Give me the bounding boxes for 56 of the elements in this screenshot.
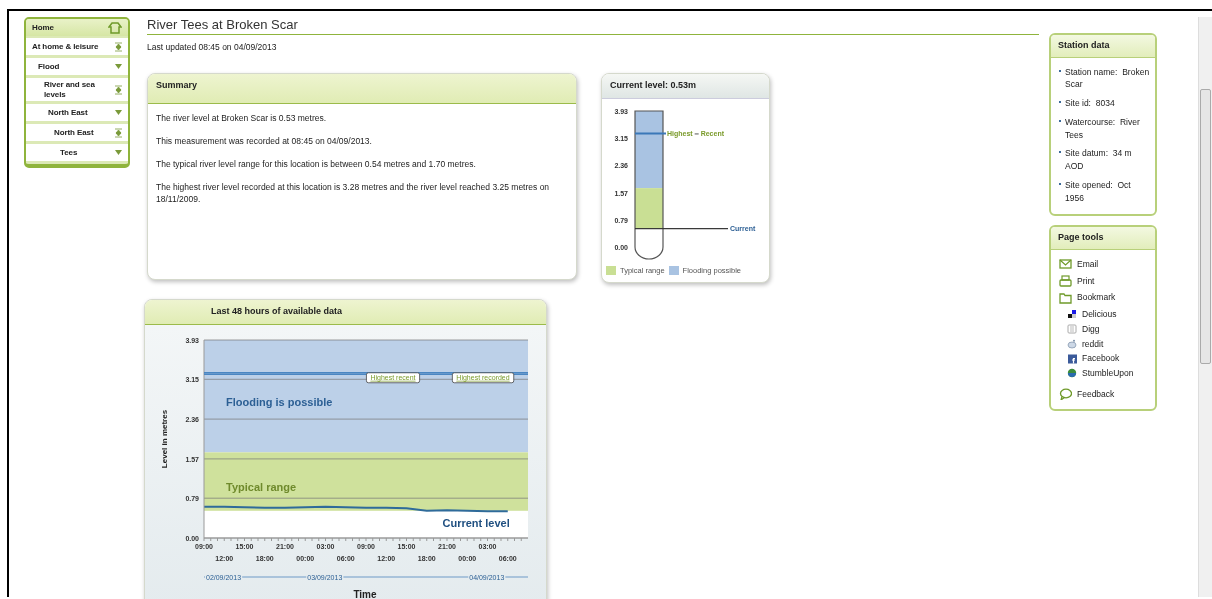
tool-link[interactable]: Facebook [1059, 352, 1151, 365]
station-detail: Watercourse: River Tees [1065, 115, 1141, 142]
panel-title: Page tools [1051, 227, 1155, 250]
last-updated: Last updated 08:45 on 04/09/2013 [147, 40, 278, 54]
band-label: Typical range [226, 481, 297, 494]
station-detail: Site id: 8034 [1065, 97, 1115, 110]
series-label: Current level [442, 516, 510, 529]
station-detail: Site opened: Oct 1956 [1065, 178, 1132, 205]
highest-line [634, 132, 667, 135]
tool-link[interactable]: Digg [1059, 322, 1151, 336]
squares-icon [1067, 309, 1077, 320]
card-title: Current level: 0.53m [602, 74, 769, 99]
speech-bubble-icon [1059, 388, 1072, 401]
nav-item[interactable]: River and sea levels [26, 78, 128, 102]
logo-icon [1067, 324, 1077, 335]
station-detail: Station name: Broken Scar [1065, 65, 1151, 91]
nav-item[interactable]: Home [26, 19, 128, 36]
home-icon [108, 21, 122, 34]
tool-link[interactable]: Feedback [1059, 387, 1151, 401]
summary-text: This measurement was recorded at 08:45 on 04/09/2013. [156, 135, 373, 148]
tool-link[interactable]: Email [1059, 257, 1151, 271]
nav-item[interactable]: At home & leisure [26, 38, 128, 55]
expand-icon [115, 84, 122, 95]
tool-link[interactable]: Print [1059, 274, 1151, 288]
page-title: River Tees at Broken Scar [147, 17, 1039, 35]
robot-icon [1067, 338, 1077, 349]
square-logo-icon [1067, 353, 1077, 364]
caret-icon [115, 64, 122, 69]
nav-item[interactable]: North East [26, 124, 128, 142]
scrollbar[interactable] [1198, 17, 1212, 597]
station-detail: Site datum: 34 m AOD [1065, 147, 1133, 173]
summary-text: The river level at Broken Scar is 0.53 metres. [156, 112, 328, 126]
caret-icon [115, 150, 122, 156]
tool-link[interactable]: Bookmark [1059, 291, 1151, 304]
card-title: Summary [148, 74, 576, 105]
tool-link[interactable]: StumbleUpon [1059, 367, 1151, 380]
tool-link[interactable]: reddit [1059, 337, 1151, 351]
axis-title: Level in metres [160, 409, 169, 468]
nav-item[interactable]: Flood [26, 58, 128, 75]
summary-text: The highest river level recorded at this location is 3.28 metres and the river level reached 3.25 metres on 18/11/2009. [156, 180, 551, 207]
band-label: Flooding is possible [226, 395, 333, 408]
nav-item[interactable]: Tees [26, 144, 128, 162]
folder-icon [1059, 291, 1072, 304]
summary-text: The typical river level range for this location is between 0.54 metres and 1.70 metres. [156, 157, 477, 171]
leader-line [694, 133, 700, 135]
tool-link[interactable]: Delicious [1059, 308, 1151, 321]
axis-title: Time [353, 588, 377, 599]
panel-title: Station data [1051, 35, 1155, 58]
circle-logo-icon [1067, 368, 1077, 379]
expand-icon [115, 127, 122, 138]
caret-icon [115, 110, 122, 116]
nav-item[interactable]: North East [26, 104, 128, 122]
printer-icon [1059, 274, 1072, 287]
envelope-icon [1059, 258, 1072, 271]
expand-icon [115, 41, 122, 52]
card-title: Last 48 hours of available data [145, 300, 546, 325]
